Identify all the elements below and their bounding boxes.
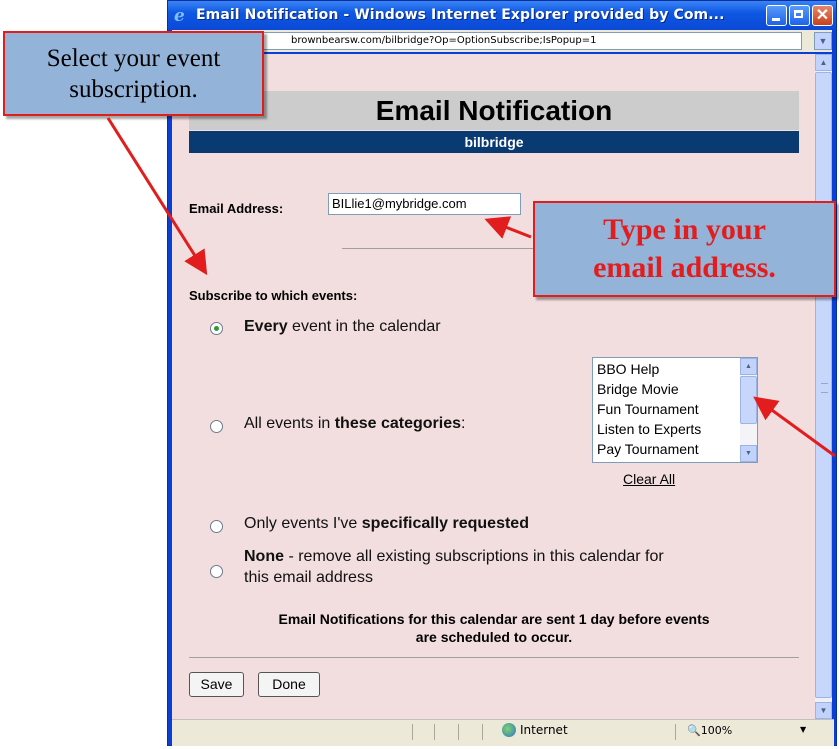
option-categories-bold: these categories [334, 415, 461, 432]
callout-left-line-1: Select your event [46, 45, 221, 72]
globe-icon [502, 723, 516, 737]
save-button[interactable]: Save [189, 672, 244, 697]
zoom-value: 100% [700, 724, 733, 737]
email-field[interactable]: BILlie1@mybridge.com [328, 193, 521, 215]
window-title: Email Notification - Windows Internet Ex… [196, 7, 725, 23]
option-none-bold: None [244, 548, 284, 565]
list-item[interactable]: Listen to Experts [597, 421, 701, 437]
done-button[interactable]: Done [258, 672, 320, 697]
option-none-label: None - remove all existing subscriptions… [244, 548, 664, 566]
scroll-down-icon[interactable]: ▼ [740, 445, 757, 462]
address-dropdown-icon[interactable]: ▼ [814, 32, 832, 50]
scroll-up-icon[interactable]: ▲ [815, 54, 832, 71]
notification-notice: Email Notifications for this calendar ar… [189, 610, 799, 646]
divider [189, 657, 799, 658]
ie-window: e Email Notification - Windows Internet … [167, 0, 837, 746]
zoom-icon: 🔍 [687, 724, 701, 737]
callout-left-line-2: subscription. [69, 76, 198, 103]
listbox-scrollbar[interactable]: ▲ ▼ [740, 358, 757, 462]
option-none-line2: this email address [244, 569, 373, 586]
status-divider [482, 724, 483, 740]
option-specific-pre: Only events I've [244, 515, 362, 532]
list-item[interactable]: Bridge Movie [597, 381, 679, 397]
address-field[interactable]: brownbearsw.com/bilbridge?Op=OptionSubsc… [172, 32, 802, 50]
option-none-rest: - remove all existing subscriptions in t… [284, 548, 664, 565]
radio-specific-events[interactable] [210, 520, 223, 533]
zone-label: Internet [520, 723, 568, 737]
status-divider [434, 724, 435, 740]
status-divider [412, 724, 413, 740]
clear-all-link[interactable]: Clear All [623, 471, 675, 487]
security-zone[interactable]: Internet [502, 723, 568, 737]
option-every-label: Every event in the calendar [244, 318, 441, 336]
address-bar: brownbearsw.com/bilbridge?Op=OptionSubsc… [172, 30, 832, 52]
maximize-button[interactable] [789, 5, 810, 26]
listbox-scroll-thumb[interactable] [740, 376, 757, 424]
radio-none[interactable] [210, 565, 223, 578]
ie-logo-icon: e [174, 6, 185, 26]
option-categories-post: : [461, 415, 466, 432]
page-scrollbar[interactable]: ▲ ▼ [815, 54, 832, 719]
option-every-bold: Every [244, 318, 288, 335]
option-every-rest: event in the calendar [287, 318, 441, 335]
list-item[interactable]: BBO Help [597, 361, 659, 377]
radio-categories[interactable] [210, 420, 223, 433]
close-button[interactable]: ✕ [812, 5, 833, 26]
email-label: Email Address: [189, 201, 284, 216]
list-item[interactable]: Pay Tournament [597, 441, 699, 457]
zoom-level[interactable]: 🔍100% [687, 724, 732, 737]
notice-line-2: are scheduled to occur. [415, 629, 573, 645]
notice-line-1: Email Notifications for this calendar ar… [278, 611, 710, 627]
callout-right-line-1: Type in your [603, 213, 766, 246]
calendar-name: bilbridge [189, 131, 799, 153]
list-item[interactable]: Fun Tournament [597, 401, 699, 417]
radio-every-event[interactable] [210, 322, 223, 335]
status-divider [458, 724, 459, 740]
page-title: Email Notification [189, 91, 799, 130]
option-categories-pre: All events in [244, 415, 335, 432]
scroll-up-icon[interactable]: ▲ [740, 358, 757, 375]
page-scroll-thumb[interactable] [815, 72, 832, 698]
grip-icon [821, 383, 828, 393]
title-bar[interactable]: e Email Notification - Windows Internet … [168, 1, 836, 30]
callout-select-subscription: Select your event subscription. [3, 31, 264, 116]
status-bar: Internet 🔍100% ▼ [172, 719, 834, 746]
page-viewport: Email Notification bilbridge Email Addre… [172, 54, 815, 719]
zoom-dropdown-icon[interactable]: ▼ [800, 725, 806, 734]
subscribe-heading: Subscribe to which events: [189, 288, 358, 303]
scroll-down-icon[interactable]: ▼ [815, 702, 832, 719]
status-divider [675, 724, 676, 740]
callout-right-line-2: email address. [593, 251, 776, 284]
option-categories-label: All events in these categories: [244, 415, 465, 433]
option-specific-label: Only events I've specifically requested [244, 515, 529, 533]
callout-type-email: Type in your email address. [533, 201, 836, 297]
option-specific-bold: specifically requested [361, 515, 529, 532]
categories-listbox[interactable]: BBO Help Bridge Movie Fun Tournament Lis… [592, 357, 758, 463]
minimize-button[interactable] [766, 5, 787, 26]
